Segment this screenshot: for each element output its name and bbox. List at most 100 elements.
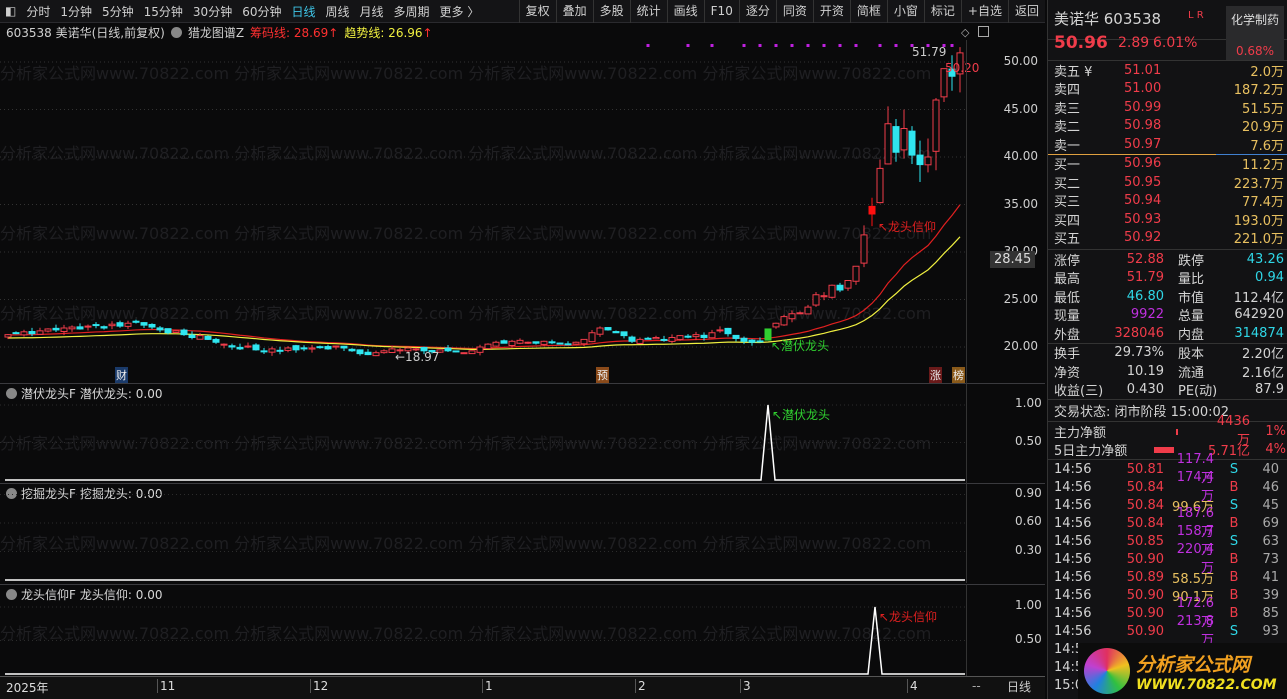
ask-level-cell: 20.9万: [1242, 120, 1284, 136]
candle: [636, 337, 644, 344]
quote-stat-cell: 0.430: [1126, 382, 1164, 398]
quote-stat-cell: 涨停: [1054, 253, 1081, 269]
indicator-name[interactable]: 猎龙图谱Z: [188, 24, 244, 41]
candle: [516, 338, 524, 345]
candle: [340, 345, 348, 351]
toolbar-button[interactable]: F10: [703, 0, 739, 23]
signal-dot: [950, 44, 954, 47]
period-tab[interactable]: 30分钟: [188, 3, 237, 20]
candle: [324, 344, 332, 350]
date-tick: 12: [310, 679, 328, 693]
candle: [100, 325, 108, 330]
candle: [652, 335, 660, 340]
candle: [724, 327, 732, 337]
period-tab[interactable]: 日线: [286, 3, 320, 20]
signal-dot: [822, 44, 826, 47]
event-marker[interactable]: 预: [596, 367, 609, 383]
trade-tick-cell: 14:56: [1054, 515, 1092, 531]
period-tab[interactable]: 更多 〉: [435, 3, 485, 20]
ask-level-cell: 50.99: [1124, 99, 1162, 115]
indicator-dropdown-icon[interactable]: [170, 26, 182, 38]
quote-stat-cell: 112.4亿: [1233, 290, 1284, 306]
layout-toggle-icon[interactable]: ◧: [0, 4, 21, 18]
trade-tick-cell: 50.90: [1126, 587, 1164, 603]
candle: [836, 282, 844, 293]
candle: [292, 344, 300, 353]
candle: [596, 326, 604, 337]
up-arrow-icon: ↑: [422, 25, 433, 40]
quote-stat-cell: 51.79: [1126, 270, 1164, 286]
quote-stat-cell: 314874: [1234, 325, 1284, 341]
period-label[interactable]: 日线: [1007, 678, 1031, 695]
signal-dot: [854, 44, 858, 47]
scroll-button[interactable]: --: [972, 679, 981, 693]
trade-tick-cell: B: [1229, 515, 1239, 531]
toolbar-button[interactable]: 同资: [775, 0, 813, 23]
event-marker[interactable]: 财: [115, 367, 128, 383]
toolbar-button[interactable]: 叠加: [555, 0, 593, 23]
toolbar-button[interactable]: 返回: [1007, 0, 1045, 23]
trade-tick: 14:56 50.90 220.4万 B 73: [1048, 542, 1287, 576]
trade-tick-cell: B: [1229, 479, 1239, 495]
candle: [716, 326, 724, 333]
event-marker[interactable]: 涨: [929, 367, 942, 383]
toolbar-button[interactable]: 标记: [923, 0, 961, 23]
toolbar-button[interactable]: 简框: [849, 0, 887, 23]
signal-dot: [758, 44, 762, 47]
signal-dot: [686, 44, 690, 47]
bid-level-cell: 买二: [1054, 176, 1081, 192]
toolbar-button[interactable]: 开资: [812, 0, 850, 23]
toolbar-button[interactable]: 逐分: [738, 0, 776, 23]
trade-tick-cell: 14:56: [1054, 569, 1092, 585]
quote-stat-cell: 内盘: [1178, 327, 1205, 343]
period-tab[interactable]: 月线: [355, 3, 389, 20]
toolbar-button[interactable]: 小窗: [886, 0, 924, 23]
toolbar-button[interactable]: 多股: [592, 0, 630, 23]
bid-level-cell: 77.4万: [1242, 195, 1284, 211]
candle: [796, 311, 804, 315]
period-tab[interactable]: 多周期: [389, 3, 435, 20]
period-tab[interactable]: 15分钟: [139, 3, 188, 20]
chip-line-value: 筹码线: 28.69↑: [250, 24, 338, 41]
panel-tick: 1.00: [1015, 396, 1042, 410]
quote-stat-cell: 跌停: [1178, 253, 1205, 269]
toolbar-button[interactable]: 复权: [518, 0, 556, 23]
candle: [140, 322, 148, 329]
ask-level-cell: 卖二: [1054, 120, 1081, 136]
candlestick-chart[interactable]: ←18.9751.7950.20↖潜伏龙头↖龙头信仰: [0, 40, 1045, 383]
diamond-icon[interactable]: ◇: [961, 26, 969, 39]
ask-level-cell: 187.2万: [1233, 83, 1284, 99]
main-fund-flow-cell: 5日主力净额: [1054, 444, 1128, 460]
ask-level-cell: 50.97: [1124, 136, 1162, 152]
ask-level-cell: 卖三: [1054, 101, 1081, 117]
panel-toggle-icon[interactable]: [978, 26, 989, 37]
ask-level: 卖四 51.00 187.2万: [1048, 80, 1287, 99]
date-tick: 2025年: [6, 681, 49, 695]
candle: [556, 342, 564, 345]
period-tab[interactable]: 周线: [321, 3, 355, 20]
date-tick: 3: [740, 679, 751, 693]
candle: [348, 348, 356, 352]
period-tab[interactable]: 1分钟: [55, 3, 97, 20]
period-tab[interactable]: 60分钟: [237, 3, 286, 20]
quote-stat-cell: 52.88: [1126, 251, 1164, 267]
event-marker[interactable]: 榜: [952, 367, 965, 383]
indicator-signal-label: ↖潜伏龙头: [772, 408, 830, 422]
toolbar-button[interactable]: 统计: [629, 0, 667, 23]
period-tab[interactable]: 分时: [21, 3, 55, 20]
candle: [44, 328, 52, 333]
candle: [84, 324, 92, 331]
trade-tick-cell: 50.85: [1126, 533, 1164, 549]
candle: [372, 350, 380, 357]
trade-status: 交易状态: 闭市阶段 15:00:02: [1054, 405, 1230, 420]
quote-stat-cell: 最高: [1054, 272, 1081, 288]
date-tick: 2: [635, 679, 646, 693]
quote-stat-cell: PE(动): [1178, 384, 1218, 400]
period-tab[interactable]: 5分钟: [97, 3, 139, 20]
bid-level-cell: 买五: [1054, 232, 1081, 248]
toolbar-button[interactable]: 画线: [666, 0, 704, 23]
price-tick: 50.00: [1003, 54, 1038, 68]
candle: [116, 320, 124, 328]
toolbar-button[interactable]: +自选: [960, 0, 1008, 23]
candle: [628, 335, 636, 343]
